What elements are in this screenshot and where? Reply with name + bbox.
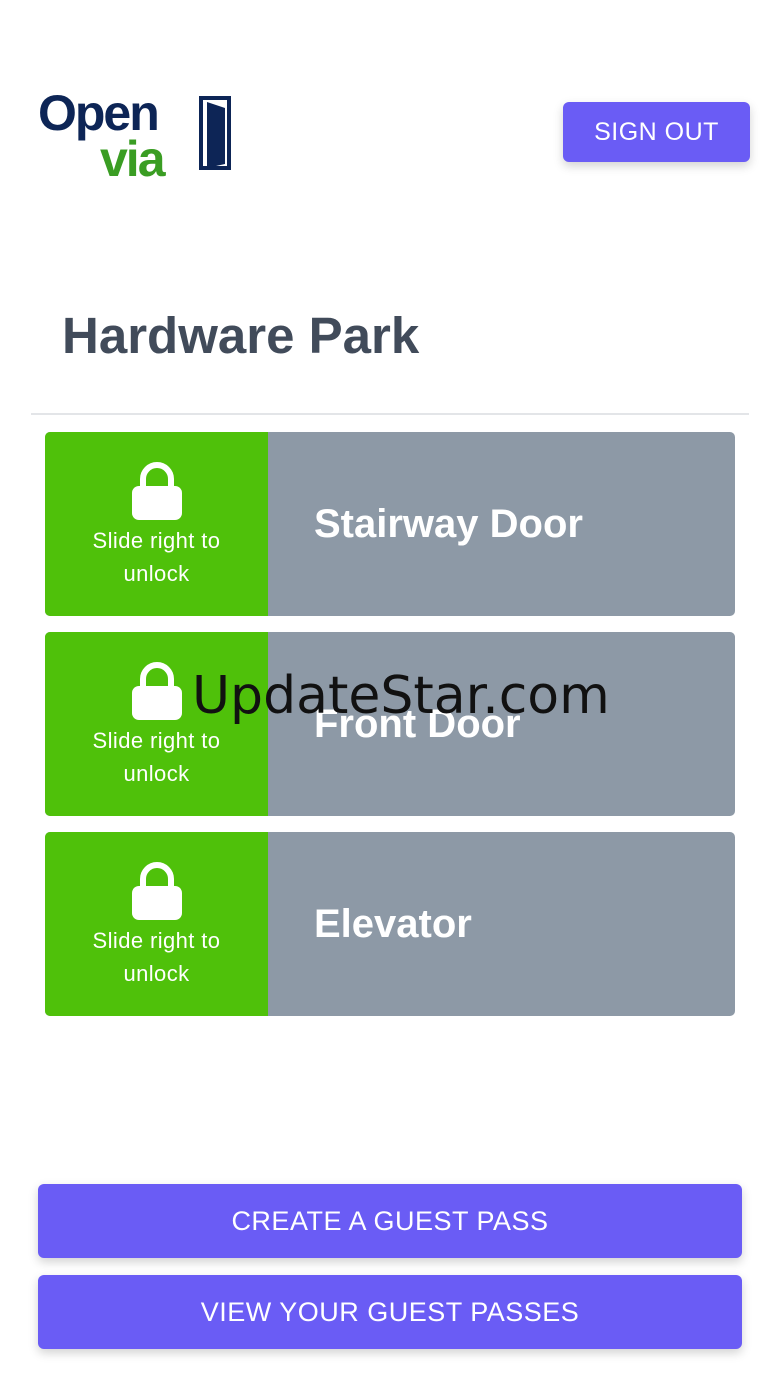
unlock-slider[interactable]: Slide right to unlock — [45, 432, 268, 616]
slider-label: Slide right to unlock — [92, 728, 221, 786]
slider-label: Slide right to unlock — [92, 928, 221, 986]
door-name: Stairway Door — [314, 501, 583, 546]
logo-text-via: via — [100, 131, 167, 182]
sign-out-button[interactable]: SIGN OUT — [563, 102, 750, 162]
watermark: UpdateStar.com — [192, 666, 610, 726]
lock-icon — [131, 462, 182, 520]
unlock-slider[interactable]: Slide right to unlock — [45, 832, 268, 1016]
slider-label: Slide right to unlock — [92, 528, 221, 586]
door-name: Elevator — [314, 901, 472, 946]
view-guest-passes-button[interactable]: VIEW YOUR GUEST PASSES — [38, 1275, 742, 1349]
door-row-elevator[interactable]: Slide right to unlock Elevator — [45, 832, 735, 1016]
door-row-stairway[interactable]: Slide right to unlock Stairway Door — [45, 432, 735, 616]
openvia-logo: Open via — [38, 86, 238, 182]
site-title: Hardware Park — [62, 307, 420, 364]
lock-icon — [131, 662, 182, 720]
create-guest-pass-button[interactable]: CREATE A GUEST PASS — [38, 1184, 742, 1258]
lock-icon — [131, 862, 182, 920]
divider — [31, 413, 749, 415]
